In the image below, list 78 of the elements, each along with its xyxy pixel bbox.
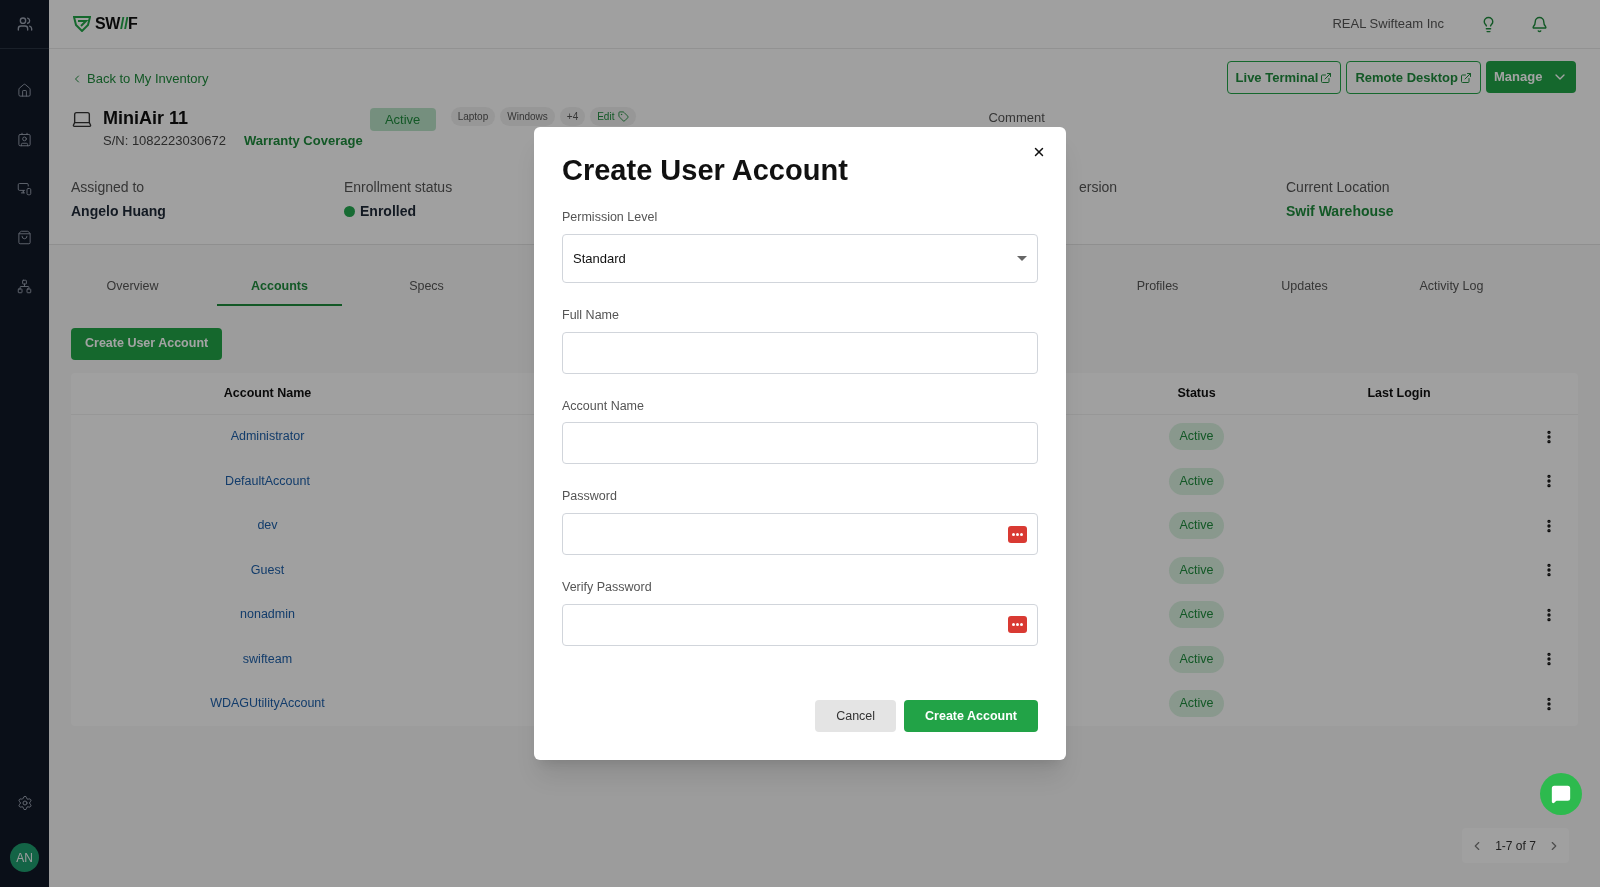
manage-button[interactable]: Manage	[1486, 61, 1576, 93]
serial-number: S/N: 1082223030672	[103, 132, 226, 150]
info-label: Current Location	[1286, 177, 1391, 197]
password-field[interactable]	[562, 603, 1038, 646]
chat-button[interactable]	[1540, 773, 1582, 815]
password-manager-icon[interactable]	[1008, 616, 1027, 634]
text-field[interactable]	[562, 422, 1038, 465]
field-label: Full Name	[562, 306, 620, 324]
back-link[interactable]: Back to My Inventory	[71, 69, 209, 89]
tag-chip: +4	[559, 107, 586, 126]
info-value: Angelo Huang	[71, 201, 167, 221]
field-label: Permission Level	[562, 209, 659, 226]
account-name-link[interactable]: swifteam	[71, 649, 464, 669]
text-field[interactable]	[562, 331, 1038, 374]
account-name-link[interactable]: Administrator	[71, 427, 464, 447]
account-name-link[interactable]: nonadmin	[71, 605, 464, 625]
column-header: Status	[1176, 384, 1217, 402]
info-value: Enrolled	[360, 201, 416, 221]
status-pill: Active	[1169, 467, 1224, 495]
user-avatar[interactable]: AN	[10, 843, 39, 872]
tab[interactable]: Profiles	[1095, 268, 1220, 306]
settings-icon[interactable]	[16, 795, 33, 811]
status-badge: Active	[369, 108, 436, 131]
cancel-button[interactable]: Cancel	[815, 700, 897, 732]
status-pill: Active	[1169, 601, 1224, 629]
comment-label: Comment	[988, 109, 1045, 127]
create-account-button[interactable]: Create Account	[904, 700, 1038, 732]
column-header: Last Login	[1366, 384, 1432, 402]
account-name-link[interactable]: DefaultAccount	[71, 471, 464, 491]
field-label: Password	[562, 488, 618, 506]
password-manager-icon[interactable]	[1008, 525, 1027, 543]
tab[interactable]: Updates	[1242, 268, 1367, 306]
status-pill: Active	[1169, 556, 1224, 584]
permission-select[interactable]: Standard	[562, 233, 1038, 283]
notification-bell-icon[interactable]	[1531, 15, 1548, 33]
account-name-link[interactable]: dev	[71, 516, 464, 536]
field-label: Verify Password	[562, 579, 653, 596]
column-header: Account Name	[222, 384, 313, 402]
team-icon[interactable]	[16, 16, 33, 32]
devices-icon[interactable]	[17, 181, 32, 196]
id-card-icon[interactable]	[17, 132, 32, 147]
field-label: Account Name	[562, 397, 645, 415]
organization-name: REAL Swifteam Inc	[1332, 15, 1444, 34]
status-pill: Active	[1169, 423, 1224, 451]
action-button[interactable]: Live Terminal	[1226, 61, 1342, 94]
edit-tags-button[interactable]: Edit	[590, 107, 637, 126]
status-pill: Active	[1169, 512, 1224, 540]
dropdown-caret-icon	[1017, 255, 1027, 261]
page-range: 1-7 of 7	[1495, 837, 1536, 855]
password-field[interactable]	[562, 513, 1038, 555]
tab[interactable]: Activity Log	[1389, 268, 1514, 306]
tag-icon	[618, 111, 630, 122]
home-icon[interactable]	[17, 83, 32, 98]
warranty-link[interactable]: Warranty Coverage	[243, 131, 363, 151]
bag-icon[interactable]	[17, 230, 32, 245]
dialog-title: Create User Account	[562, 153, 848, 188]
create-user-account-button[interactable]: Create User Account	[71, 327, 223, 360]
tag-chip: Windows	[500, 107, 555, 126]
info-label: Enrollment status	[344, 177, 454, 197]
device-name: MiniAir 11	[103, 107, 190, 130]
action-button[interactable]: Remote Desktop	[1346, 61, 1481, 94]
info-label: Assigned to	[71, 177, 146, 197]
shield-logo-icon	[73, 16, 91, 32]
brand-logo[interactable]: SW//F	[73, 12, 138, 36]
tab[interactable]: Overview	[70, 268, 195, 306]
hierarchy-icon[interactable]	[17, 279, 32, 294]
external-link-icon	[1320, 71, 1333, 84]
location-link[interactable]: Swif Warehouse	[1286, 200, 1578, 222]
info-label: ersion	[1079, 177, 1119, 197]
account-name-link[interactable]: Guest	[71, 560, 464, 580]
account-name-link[interactable]: WDAGUtilityAccount	[71, 694, 464, 714]
status-pill: Active	[1169, 645, 1224, 673]
chat-icon	[1551, 784, 1571, 804]
tab[interactable]: Specs	[364, 268, 489, 306]
tag-chip: Laptop	[450, 107, 496, 126]
status-pill: Active	[1169, 690, 1224, 718]
external-link-icon	[1460, 71, 1472, 84]
tab[interactable]: Accounts	[217, 268, 342, 306]
